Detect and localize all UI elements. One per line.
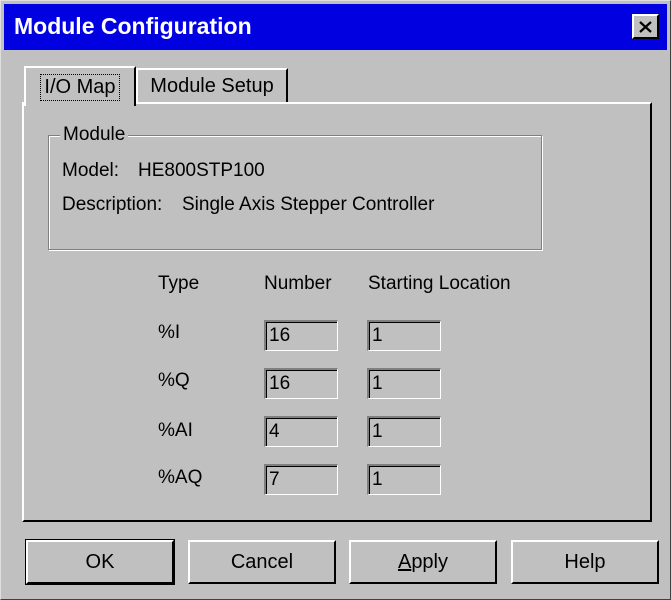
help-button[interactable]: Help bbox=[511, 540, 659, 584]
apply-button[interactable]: Apply bbox=[349, 540, 497, 584]
window-title: Module Configuration bbox=[14, 13, 252, 39]
description-value: Single Axis Stepper Controller bbox=[182, 194, 435, 215]
cancel-button[interactable]: Cancel bbox=[188, 540, 336, 584]
row-type-q: %Q bbox=[158, 370, 190, 391]
apply-rest: pply bbox=[411, 550, 449, 573]
apply-button-label: Apply bbox=[398, 551, 448, 574]
tab-module-setup[interactable]: Module Setup bbox=[136, 68, 288, 102]
row-type-aq: %AQ bbox=[158, 467, 203, 488]
tab-io-map-label: I/O Map bbox=[40, 73, 120, 101]
module-group-label: Module bbox=[60, 124, 129, 146]
help-button-label: Help bbox=[564, 550, 606, 573]
number-field-ai[interactable]: 4 bbox=[264, 416, 338, 447]
ok-button-label: OK bbox=[85, 550, 115, 573]
cancel-button-label: Cancel bbox=[230, 550, 294, 573]
tab-module-setup-label: Module Setup bbox=[150, 74, 274, 97]
apply-accelerator: A bbox=[397, 550, 412, 573]
start-field-i[interactable]: 1 bbox=[367, 320, 441, 351]
description-label: Description: bbox=[62, 194, 163, 215]
title-bar: Module Configuration bbox=[4, 4, 667, 50]
start-field-q[interactable]: 1 bbox=[367, 368, 441, 399]
ok-button[interactable]: OK bbox=[25, 539, 175, 585]
header-starting-location: Starting Location bbox=[368, 273, 511, 294]
model-value: HE800STP100 bbox=[138, 160, 265, 181]
close-icon bbox=[639, 20, 652, 33]
number-field-q[interactable]: 16 bbox=[264, 368, 338, 399]
module-groupbox bbox=[48, 135, 542, 250]
header-number: Number bbox=[264, 273, 332, 294]
row-type-i: %I bbox=[158, 322, 181, 343]
header-type: Type bbox=[158, 273, 200, 294]
start-field-ai[interactable]: 1 bbox=[367, 416, 441, 447]
start-field-aq[interactable]: 1 bbox=[367, 464, 441, 495]
number-field-aq[interactable]: 7 bbox=[264, 464, 338, 495]
tab-io-map[interactable]: I/O Map bbox=[24, 66, 136, 106]
model-label: Model: bbox=[62, 160, 120, 181]
close-button[interactable] bbox=[632, 14, 659, 39]
number-field-i[interactable]: 16 bbox=[264, 320, 338, 351]
row-type-ai: %AI bbox=[158, 420, 193, 441]
